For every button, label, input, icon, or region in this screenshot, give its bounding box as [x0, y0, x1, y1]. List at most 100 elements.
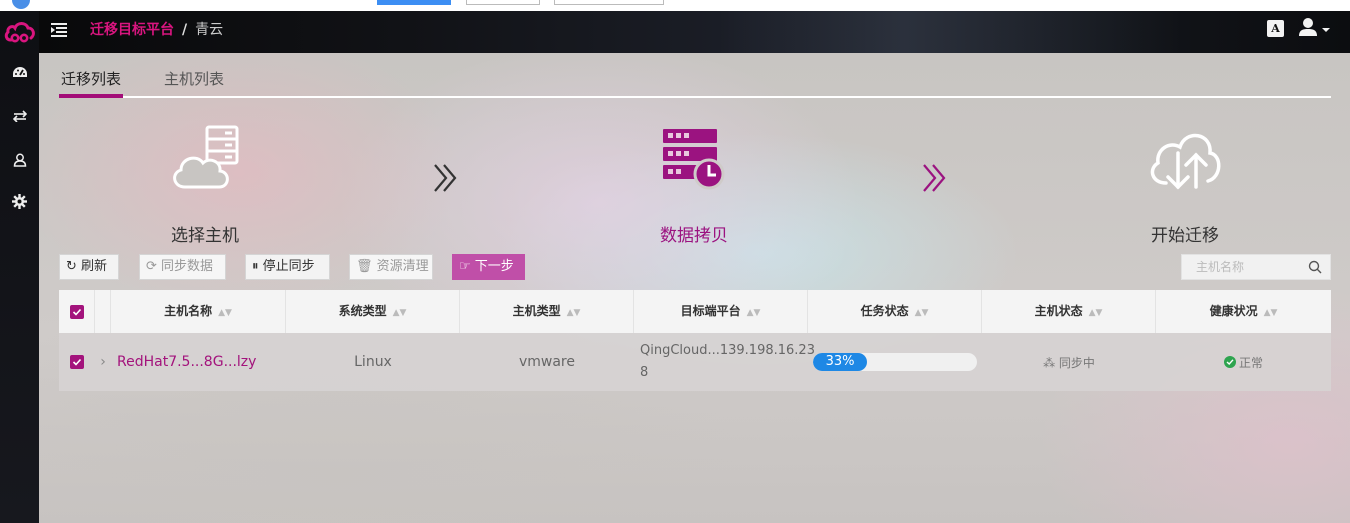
- cloud-transfer-icon: [1144, 125, 1226, 195]
- next-step-button[interactable]: ☞ 下一步: [452, 254, 525, 280]
- search-input[interactable]: [1182, 255, 1302, 279]
- browser-tab-button-2[interactable]: [466, 0, 540, 5]
- refresh-label: 刷新: [81, 259, 108, 274]
- step-label: 数据拷贝: [660, 226, 728, 246]
- col-host-name[interactable]: 主机名称 ▲▼: [111, 290, 286, 333]
- next-step-label: 下一步: [474, 259, 514, 274]
- cleanup-button[interactable]: 🗑 资源清理: [349, 254, 433, 280]
- sort-icon[interactable]: ▲▼: [747, 308, 761, 318]
- col-header-label: 主机状态: [1034, 304, 1083, 318]
- gear-icon: [12, 194, 27, 213]
- col-header-label: 主机名称: [164, 304, 213, 318]
- col-header-label: 目标端平台: [680, 304, 741, 318]
- language-switch-icon[interactable]: A: [1267, 20, 1284, 37]
- browser-favicon: [12, 0, 30, 9]
- task-progress-fill: 33%: [813, 353, 868, 371]
- col-task-status[interactable]: 任务状态 ▲▼: [808, 290, 982, 333]
- host-name-link[interactable]: RedHat7.5...8G...lzy: [111, 333, 256, 391]
- step-start-migration: 开始迁移: [1105, 125, 1265, 246]
- pause-circle-icon: ⏸: [252, 259, 259, 274]
- col-header-label: 主机类型: [512, 304, 561, 318]
- health-text: 正常: [1238, 355, 1263, 370]
- step-arrow-active-icon: [921, 163, 949, 199]
- os-type-cell: Linux: [354, 354, 392, 370]
- hand-pointer-icon: ☞: [459, 259, 471, 274]
- target-platform-text-wrap: 8: [640, 365, 649, 380]
- browser-tab-button-1[interactable]: [377, 0, 451, 5]
- row-expand-icon[interactable]: ›: [95, 333, 111, 391]
- top-header: 迁移目标平台 / 青云 A: [0, 11, 1350, 53]
- sort-icon[interactable]: ▲▼: [567, 308, 581, 318]
- step-arrow-icon: [432, 163, 460, 199]
- row-select-cell: [59, 333, 95, 391]
- sidebar-item-dashboard[interactable]: [10, 65, 29, 84]
- brand-logo-icon[interactable]: [0, 11, 39, 53]
- main-content: 迁移列表 主机列表 选择主机 数据拷贝 开始迁移 ↻ 刷新 ⟳ 同步数据 ⏸ 停…: [39, 53, 1350, 523]
- col-header-label: 健康状况: [1209, 304, 1258, 318]
- user-icon: [13, 153, 27, 171]
- browser-strip: [0, 0, 1350, 11]
- col-header-label: 系统类型: [338, 304, 387, 318]
- sort-icon[interactable]: ▲▼: [1264, 308, 1278, 318]
- language-switch-label: A: [1271, 22, 1280, 35]
- target-platform-text: QingCloud...139.198.16.23: [640, 343, 815, 358]
- sort-icon[interactable]: ▲▼: [218, 308, 232, 318]
- sort-icon[interactable]: ▲▼: [393, 308, 407, 318]
- search-icon[interactable]: [1308, 260, 1322, 274]
- transfer-icon: [12, 109, 27, 126]
- step-data-copy: 数据拷贝: [614, 125, 774, 246]
- row-checkbox[interactable]: [70, 355, 84, 369]
- col-os-type[interactable]: 系统类型 ▲▼: [286, 290, 460, 333]
- host-type-cell: vmware: [518, 354, 575, 370]
- menu-toggle-icon[interactable]: [50, 21, 68, 39]
- sync-data-button[interactable]: ⟳ 同步数据: [139, 254, 226, 280]
- col-host-type[interactable]: 主机类型 ▲▼: [460, 290, 634, 333]
- target-platform-cell: QingCloud...139.198.16.23 8: [634, 333, 815, 391]
- step-label: 开始迁移: [1151, 226, 1219, 246]
- trash-icon: 🗑: [356, 259, 373, 274]
- browser-tab-button-3[interactable]: [554, 0, 664, 5]
- breadcrumb-current: 青云: [195, 22, 224, 38]
- header-background-texture: [720, 11, 1180, 53]
- stop-sync-button[interactable]: ⏸ 停止同步: [245, 254, 330, 280]
- sort-icon[interactable]: ▲▼: [1089, 308, 1103, 318]
- col-header-label: 任务状态: [860, 304, 909, 318]
- col-host-status[interactable]: 主机状态 ▲▼: [982, 290, 1156, 333]
- migration-table: 主机名称 ▲▼ 系统类型 ▲▼ 主机类型 ▲▼ 目标端平台 ▲▼ 任务状态 ▲▼ 主机状态…: [59, 290, 1331, 391]
- sync-data-label: 同步数据: [161, 259, 214, 274]
- cleanup-label: 资源清理: [376, 259, 429, 274]
- sidebar-item-migration[interactable]: [10, 108, 29, 127]
- dashboard-icon: [12, 66, 28, 84]
- health-cell: 正常: [1156, 333, 1331, 391]
- cloud-server-icon: [167, 125, 243, 195]
- breadcrumb-platform[interactable]: 迁移目标平台: [90, 20, 174, 40]
- step-label: 选择主机: [171, 226, 239, 246]
- tab-migration-list[interactable]: 迁移列表: [59, 67, 123, 98]
- sidebar: [0, 11, 39, 523]
- col-target-platform[interactable]: 目标端平台 ▲▼: [634, 290, 808, 333]
- breadcrumb-separator: /: [182, 22, 188, 38]
- host-status-text: 同步中: [1058, 355, 1095, 370]
- refresh-icon: ↻: [66, 259, 77, 274]
- sync-icon: ⟳: [146, 259, 157, 274]
- col-health[interactable]: 健康状况 ▲▼: [1156, 290, 1331, 333]
- task-status-cell: 33%: [808, 333, 982, 391]
- tab-bar: 迁移列表 主机列表: [59, 67, 1331, 98]
- server-clock-icon: [661, 127, 727, 195]
- sidebar-item-users[interactable]: [10, 152, 29, 171]
- select-all-checkbox[interactable]: [69, 304, 84, 319]
- breadcrumb: 迁移目标平台 / 青云: [90, 20, 223, 40]
- host-status-cell: ⁂ 同步中: [982, 333, 1156, 391]
- sort-icon[interactable]: ▲▼: [915, 308, 929, 318]
- task-progress-bar: 33%: [813, 353, 977, 371]
- table-row[interactable]: › RedHat7.5...8G...lzy Linux vmware Qing…: [59, 333, 1331, 391]
- spinner-icon: ⁂: [1043, 355, 1056, 370]
- check-circle-icon: [1223, 356, 1236, 368]
- host-search: [1181, 254, 1331, 280]
- sidebar-item-settings[interactable]: [10, 194, 29, 213]
- expand-header-cell: [95, 290, 111, 333]
- user-menu-button[interactable]: [1298, 17, 1332, 41]
- refresh-button[interactable]: ↻ 刷新: [59, 254, 119, 280]
- step-select-host: 选择主机: [125, 125, 285, 246]
- tab-host-list[interactable]: 主机列表: [164, 67, 224, 98]
